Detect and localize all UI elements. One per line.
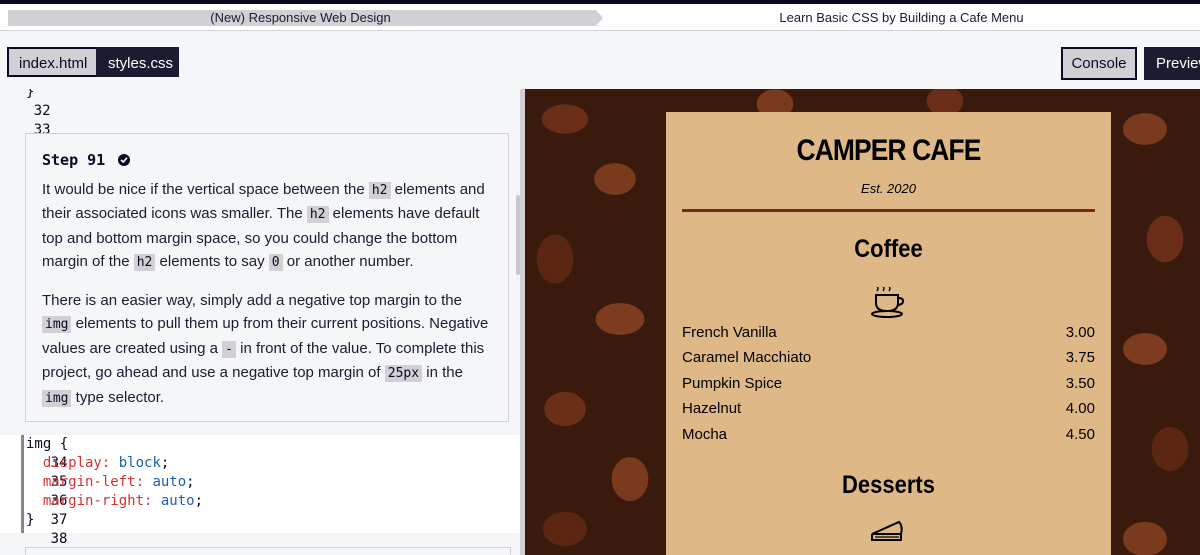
editable-code-region[interactable]: 34 img { 35 display: block; 36 margin-lef… [0,435,520,547]
coffee-item: Pumpkin Spice 3.50 [682,375,1095,392]
inline-code: 25px [384,365,423,383]
step-instructions-panel: Step 91 It would be nice if the vertical… [25,133,509,422]
code-line-37[interactable]: 37 margin-right: auto; [0,492,203,528]
editor-toolbar: index.html styles.css Console Preview [0,31,1200,89]
tab-styles-css[interactable]: styles.css [96,47,179,77]
next-panel-edge [25,547,511,555]
desserts-heading: Desserts [842,471,935,499]
coffee-item: Hazelnut 4.00 [682,400,1095,417]
preview-pane: CAMPER CAFE Est. 2020 Coffee French Vani… [525,89,1200,555]
code-line-34[interactable]: 34 img { [0,435,69,471]
inline-code: h2 [133,254,156,272]
coffee-cup-icon [871,287,905,318]
tab-index-html[interactable]: index.html [7,47,96,77]
step-title: Step 91 [42,151,106,169]
code-line-33: 33 [0,102,52,138]
cafe-menu: CAMPER CAFE Est. 2020 Coffee French Vani… [666,112,1111,555]
cafe-title: CAMPER CAFE [796,134,982,167]
code-editor[interactable]: 32} 33 Step 91 It would be nice if the v… [0,89,520,555]
step-paragraph-1: It would be nice if the vertical space b… [42,181,485,272]
console-button[interactable]: Console [1061,47,1137,80]
step-paragraph-2: There is an easier way, simply add a neg… [42,292,489,407]
breadcrumb: (New) Responsive Web Design Learn Basic … [0,4,1200,31]
pie-icon [871,520,903,541]
check-circle-icon [118,154,130,166]
coffee-item: French Vanilla 3.00 [682,324,1095,341]
inline-code: - [222,340,236,358]
code-line-35[interactable]: 35 display: block; [0,454,169,490]
code-line-36[interactable]: 36 margin-left: auto; [0,473,195,509]
preview-button[interactable]: Preview [1144,47,1200,80]
coffee-item: Caramel Macchiato 3.75 [682,349,1095,366]
coffee-item: Mocha 4.50 [682,426,1095,443]
code-line-32: 32} [26,89,51,119]
inline-code: h2 [306,206,329,224]
breadcrumb-project-link[interactable]: Learn Basic CSS by Building a Cafe Menu [603,10,1200,26]
inline-code: h2 [368,182,391,199]
menu-divider [682,209,1095,212]
established-text: Est. 2020 [861,181,916,196]
inline-code: img [42,316,72,334]
inline-code: img [42,389,72,407]
coffee-heading: Coffee [854,235,923,263]
code-line-38[interactable]: 38} [0,511,69,547]
inline-code: 0 [268,254,283,272]
breadcrumb-course-link[interactable]: (New) Responsive Web Design [8,10,593,26]
